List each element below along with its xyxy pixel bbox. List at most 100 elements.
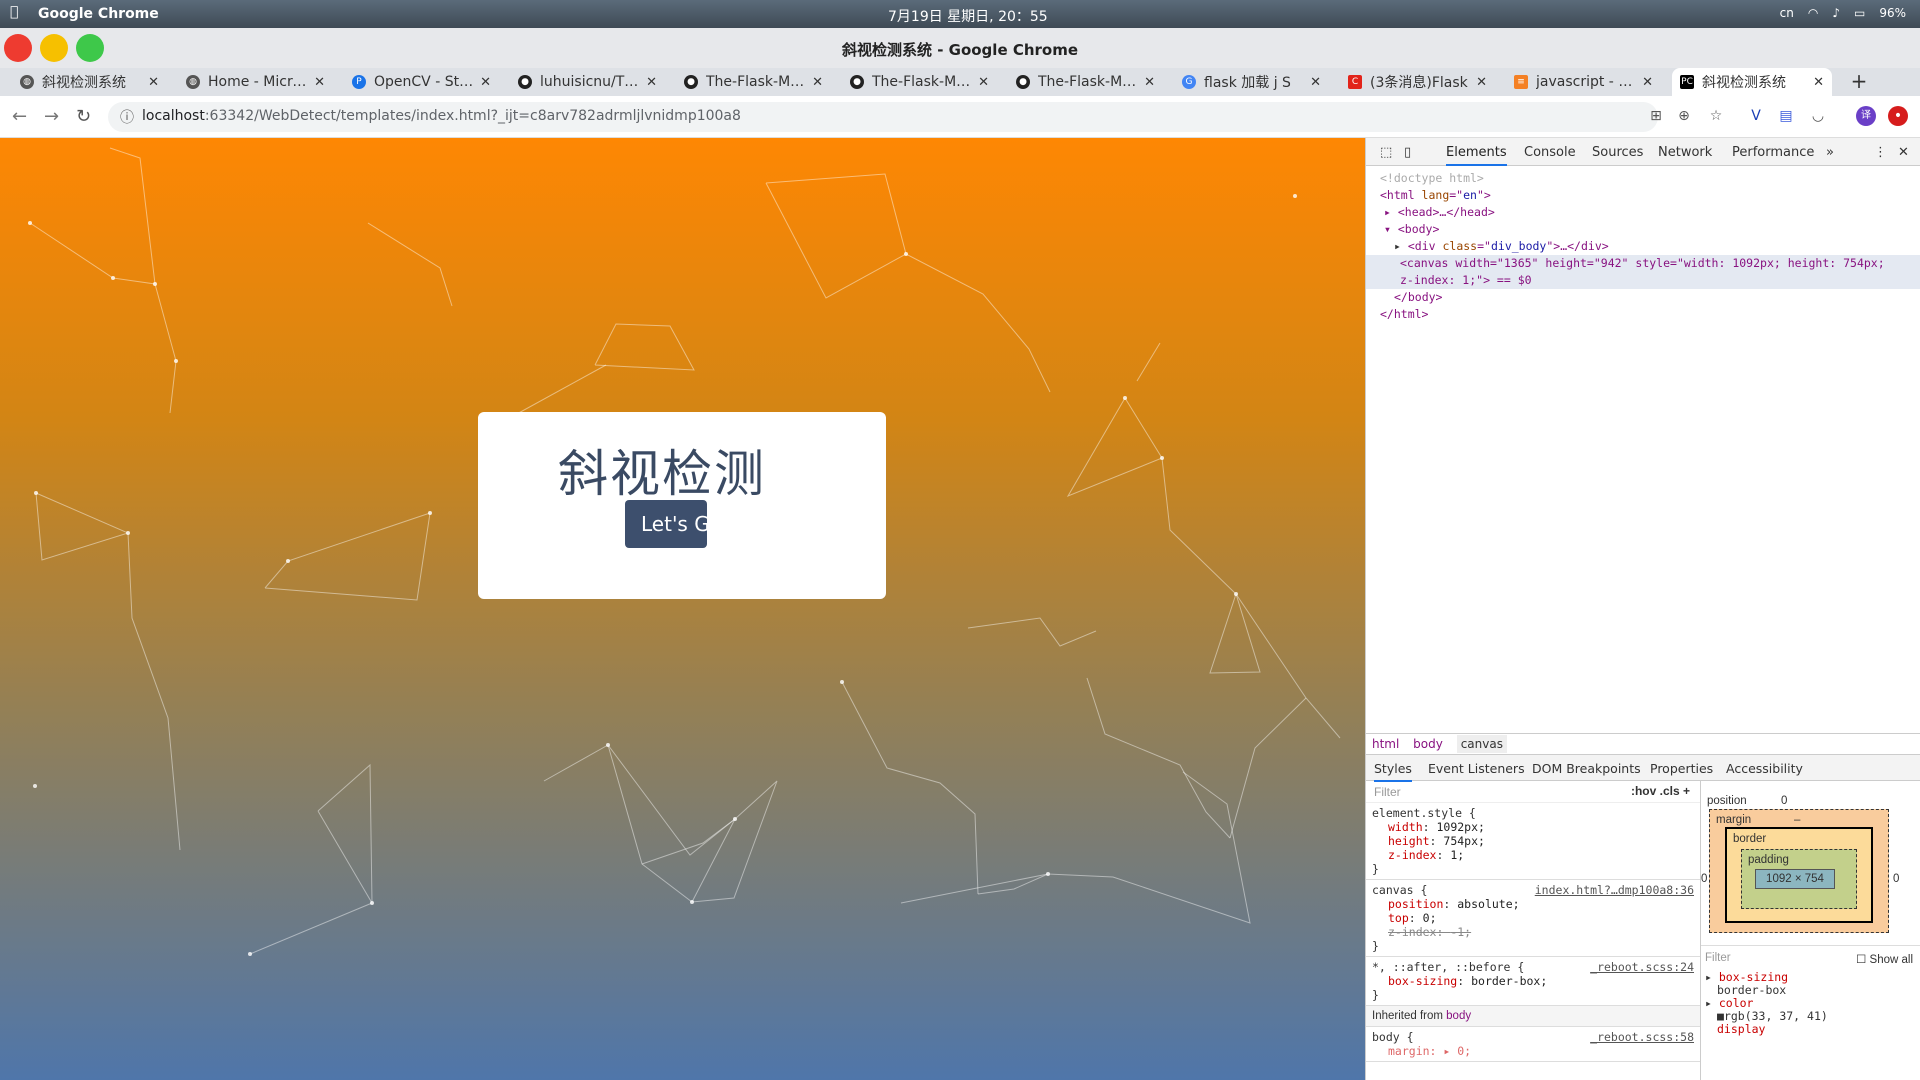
close-tab-icon[interactable]: ✕ [1476,75,1487,90]
tab-console[interactable]: Console [1524,145,1576,160]
bookmark-star-icon[interactable]: ☆ [1706,106,1726,126]
style-rule[interactable]: element.style { width: 1092px; height: 7… [1366,803,1700,880]
lets-go-button[interactable]: Let's Go [625,500,707,548]
box-content[interactable]: 1092 × 754 [1755,869,1835,889]
rule-source-link[interactable]: _reboot.scss:58 [1590,1030,1694,1044]
dom-node[interactable]: ▸ <div class="div_body">…</div> [1380,238,1920,255]
box-position-label: position [1707,795,1747,807]
crumb-body[interactable]: body [1413,737,1443,751]
device-toolbar-icon[interactable]: ▯ [1404,145,1411,160]
close-tab-icon[interactable]: ✕ [812,75,823,90]
close-tab-icon[interactable]: ✕ [1144,75,1155,90]
computed-filter[interactable]: Filter ☐ Show all [1701,945,1920,970]
styles-filter[interactable]: Filter:hov .cls + [1366,781,1700,803]
rule-source-link[interactable]: _reboot.scss:24 [1590,960,1694,974]
battery-icon[interactable]: ▭ [1854,6,1865,20]
tab-performance[interactable]: Performance [1732,145,1814,160]
tab[interactable]: ● The-Flask-Mega ✕ [676,68,831,96]
input-method[interactable]: cn [1780,6,1794,20]
window-titlebar: 斜视检测系统 - Google Chrome [0,28,1920,68]
dom-node[interactable]: ▸ <head>…</head> [1380,204,1920,221]
pocket-icon[interactable]: ◡ [1808,106,1828,126]
tab[interactable]: Gflask 加载 j S ✕ [1174,68,1329,96]
close-tab-icon[interactable]: ✕ [1642,75,1653,90]
crumb-canvas[interactable]: canvas [1456,735,1507,753]
tab-label: javascript - Pul [1536,74,1637,90]
hov-toggle[interactable]: :hov [1631,784,1656,798]
p-icon: P [352,75,366,89]
extension-v-icon[interactable]: V [1746,106,1766,126]
tab-label: Home - Microsoft [208,74,309,90]
tab[interactable]: P OpenCV - Stream ✕ [344,68,499,96]
apple-icon[interactable]:  [10,4,18,20]
profile-avatar[interactable]: 译 [1856,106,1876,126]
back-icon[interactable]: ← [12,106,27,127]
github-icon: ● [850,75,864,89]
dom-node[interactable]: </html> [1380,306,1920,323]
dom-node[interactable]: ▾ <body> [1380,221,1920,238]
translate-icon[interactable]: ⊞ [1646,106,1666,126]
zoom-icon[interactable]: ⊕ [1674,106,1694,126]
dom-node[interactable]: <html lang="en"> [1380,187,1920,204]
cls-toggle[interactable]: .cls [1660,784,1680,798]
close-tab-icon[interactable]: ✕ [646,75,657,90]
subtab-styles[interactable]: Styles [1374,761,1412,782]
tab[interactable]: ● The-Flask-Mega ✕ [1008,68,1163,96]
tab[interactable]: ● The-Flask-Mega ✕ [842,68,997,96]
tab-label: flask 加载 j S [1204,75,1291,91]
minimize-window-button[interactable] [40,34,68,62]
styles-pane: Filter:hov .cls + element.style { width:… [1366,781,1701,1080]
dom-node[interactable]: </body> [1380,289,1920,306]
devtools-menu-icon[interactable]: ⋮ [1874,145,1887,160]
subtab-event-listeners[interactable]: Event Listeners [1428,761,1525,776]
tab[interactable]: ◍ Home - Microsoft ✕ [178,68,333,96]
dom-node-selected-cont[interactable]: z-index: 1;"> == $0 [1366,272,1920,289]
reload-icon[interactable]: ↻ [76,106,91,127]
close-tab-icon[interactable]: ✕ [1310,75,1321,90]
tab-elements[interactable]: Elements [1446,145,1507,166]
close-tab-icon[interactable]: ✕ [978,75,989,90]
close-window-button[interactable] [4,34,32,62]
style-rule[interactable]: _reboot.scss:24 *, ::after, ::before { b… [1366,957,1700,1006]
volume-icon[interactable]: ♪ [1832,6,1840,20]
info-icon[interactable]: ⓘ [120,107,134,127]
address-bar[interactable]: ⓘ localhost:63342/WebDetect/templates/in… [108,102,1658,132]
close-tab-icon[interactable]: ✕ [314,75,325,90]
more-tabs-icon[interactable]: » [1826,145,1834,160]
tab-label: OpenCV - Stream [374,74,474,90]
subtab-properties[interactable]: Properties [1650,761,1713,776]
tab[interactable]: ● luhuisicnu/The- ✕ [510,68,665,96]
tab-active[interactable]: PC 斜视检测系统 ✕ [1672,68,1832,96]
style-rule[interactable]: _reboot.scss:58 body { margin: ▸ 0; [1366,1027,1700,1062]
close-tab-icon[interactable]: ✕ [148,75,159,90]
box-model-pane: position 0 margin – border padding 1092 … [1701,781,1920,1080]
extension-calendar-icon[interactable]: ▤ [1776,106,1796,126]
dom-node[interactable]: <!doctype html> [1380,170,1920,187]
inspect-element-icon[interactable]: ⬚ [1380,145,1392,160]
globe-icon: ◍ [186,75,200,89]
pycharm-icon: PC [1680,75,1694,89]
maximize-window-button[interactable] [76,34,104,62]
app-name[interactable]: Google Chrome [38,6,159,22]
dom-node-selected[interactable]: <canvas width="1365" height="942" style=… [1366,255,1920,272]
close-tab-icon[interactable]: ✕ [1813,75,1824,90]
forward-icon[interactable]: → [44,106,59,127]
tab-sources[interactable]: Sources [1592,145,1643,160]
tab[interactable]: ◍ 斜视检测系统 ✕ [12,68,167,96]
update-alert-icon[interactable]: • [1888,106,1908,126]
wifi-icon[interactable]: ◠ [1808,6,1818,20]
show-all-checkbox[interactable]: Show all [1870,954,1913,966]
style-rule[interactable]: index.html?…dmp100a8:36 canvas { positio… [1366,880,1700,957]
tab-network[interactable]: Network [1658,145,1712,160]
rule-source-link[interactable]: index.html?…dmp100a8:36 [1535,883,1694,897]
box-position-value: 0 [1781,795,1788,807]
close-devtools-icon[interactable]: ✕ [1898,145,1909,160]
crumb-html[interactable]: html [1372,737,1399,751]
subtab-dom-breakpoints[interactable]: DOM Breakpoints [1532,761,1641,776]
new-tab-button[interactable]: + [1845,68,1873,96]
tab[interactable]: ≡ javascript - Pul ✕ [1506,68,1661,96]
clock[interactable]: 7月19日 星期日, 20：55 [888,6,1048,26]
subtab-accessibility[interactable]: Accessibility [1726,761,1803,776]
tab[interactable]: C (3条消息)Flask ✕ [1340,68,1495,96]
close-tab-icon[interactable]: ✕ [480,75,491,90]
